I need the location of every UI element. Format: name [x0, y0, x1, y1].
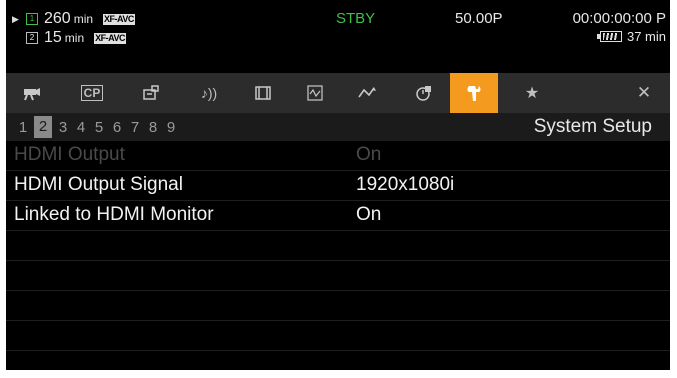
tab-assistance[interactable] — [295, 73, 335, 113]
menu-title: System Setup — [533, 116, 652, 137]
menu-item-empty — [6, 261, 670, 291]
menu-list: HDMI Output On HDMI Output Signal 1920x1… — [6, 141, 670, 370]
battery-icon — [596, 31, 622, 42]
recording-icon — [143, 85, 159, 100]
audio-icon: ♪)) — [200, 85, 218, 101]
status-bar: ▶ 1 260 min XF-AVC 2 15 min XF-AVC STBY … — [6, 0, 670, 70]
tab-camera-setup[interactable] — [11, 73, 51, 113]
slot-2-format-badge: XF-AVC — [94, 32, 126, 44]
tab-lcd-setup[interactable] — [243, 73, 283, 113]
menu-item-empty — [6, 321, 670, 351]
menu-item-value: 1920x1080i — [356, 174, 455, 195]
timecode-value: 00:00:00:00 — [572, 10, 652, 27]
page-3[interactable]: 3 — [54, 119, 72, 136]
menu-item-empty — [6, 351, 670, 370]
tab-audio-setup[interactable]: ♪)) — [189, 73, 229, 113]
page-5[interactable]: 5 — [90, 119, 108, 136]
play-indicator-icon: ▶ — [12, 13, 19, 24]
battery-remaining: 37 min — [626, 29, 666, 44]
tab-network[interactable] — [347, 73, 387, 113]
card-slot-1: ▶ 1 260 min XF-AVC — [12, 10, 135, 28]
network-icon — [358, 87, 376, 98]
slot-1-remaining: 260 — [44, 10, 71, 27]
menu-item-empty — [6, 231, 670, 261]
slot-1-format-badge: XF-AVC — [103, 13, 135, 25]
menu-item-empty — [6, 291, 670, 321]
timecode: 00:00:00:00 P — [573, 10, 666, 27]
camera-menu-screen: ▶ 1 260 min XF-AVC 2 15 min XF-AVC STBY … — [6, 0, 670, 370]
close-icon: ✕ — [636, 83, 652, 102]
menu-item-hdmi-output: HDMI Output On — [6, 141, 670, 171]
slot-2-unit: min — [64, 31, 85, 45]
standby-status: STBY — [336, 10, 376, 27]
battery-indicator: 37 min — [596, 29, 666, 44]
page-2[interactable]: 2 — [34, 116, 52, 138]
camera-icon — [24, 88, 40, 101]
tab-close[interactable]: ✕ — [624, 73, 664, 113]
menu-item-label: HDMI Output — [14, 144, 125, 165]
page-1[interactable]: 1 — [14, 119, 32, 136]
wrench-icon — [467, 86, 481, 101]
page-6[interactable]: 6 — [108, 119, 126, 136]
menu-item-linked-to-hdmi-monitor[interactable]: Linked to HDMI Monitor On — [6, 201, 670, 231]
menu-item-value: On — [356, 144, 382, 165]
clock-icon — [416, 86, 431, 101]
menu-item-value: On — [356, 204, 382, 225]
film-icon — [255, 86, 271, 100]
assist-icon — [307, 85, 323, 101]
menu-item-label: Linked to HDMI Monitor — [14, 204, 214, 225]
slot-2-number: 2 — [26, 32, 38, 44]
menu-item-label: HDMI Output Signal — [14, 174, 183, 195]
slot-2-remaining: 15 — [44, 29, 62, 46]
page-8[interactable]: 8 — [144, 119, 162, 136]
tab-my-menu[interactable]: ★ — [512, 73, 552, 113]
menu-tab-bar: CP ♪)) ★ ✕ — [6, 73, 670, 113]
page-9[interactable]: 9 — [162, 119, 180, 136]
page-4[interactable]: 4 — [72, 119, 90, 136]
page-numbers: 1 2 3 4 5 6 7 8 9 — [14, 113, 180, 141]
slot-1-number: 1 — [26, 13, 38, 25]
tab-system-setup[interactable] — [450, 73, 498, 113]
page-7[interactable]: 7 — [126, 119, 144, 136]
tab-custom-picture[interactable]: CP — [72, 73, 112, 113]
tab-recording-setup[interactable] — [131, 73, 171, 113]
page-row: 1 2 3 4 5 6 7 8 9 System Setup — [6, 113, 670, 141]
timecode-suffix: P — [655, 10, 666, 27]
card-slot-2: 2 15 min XF-AVC — [12, 29, 126, 47]
menu-item-hdmi-output-signal[interactable]: HDMI Output Signal 1920x1080i — [6, 171, 670, 201]
slot-1-unit: min — [73, 12, 94, 26]
cp-icon: CP — [80, 85, 104, 101]
frame-rate: 50.00P — [455, 10, 503, 27]
star-icon: ★ — [524, 85, 540, 102]
tab-tc-setup[interactable] — [404, 73, 444, 113]
